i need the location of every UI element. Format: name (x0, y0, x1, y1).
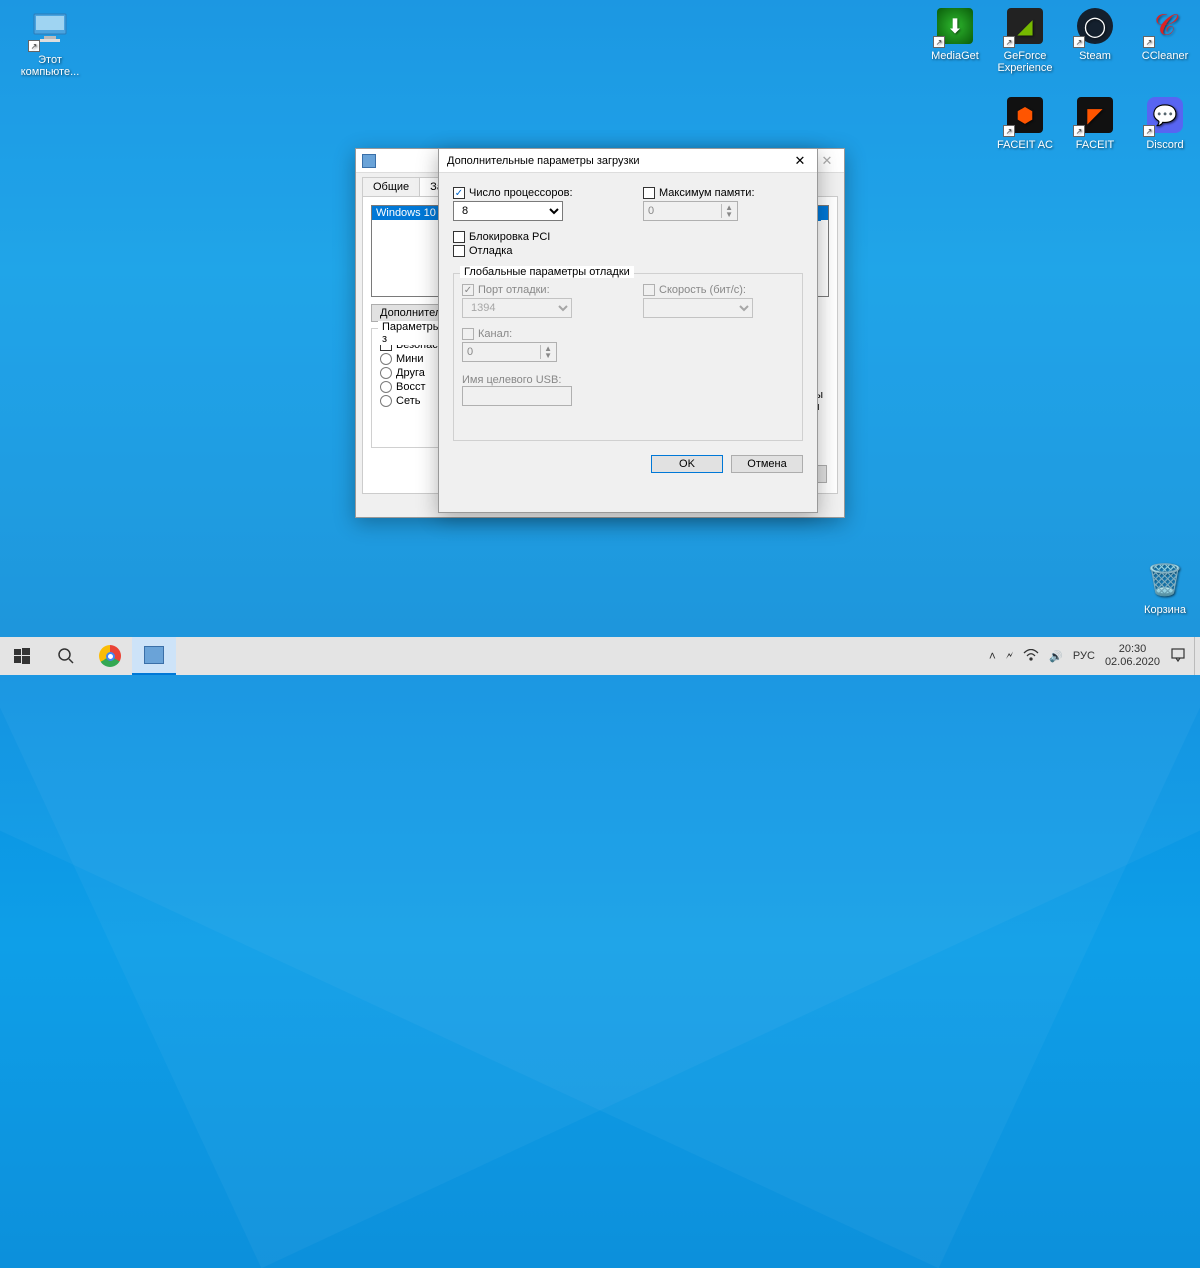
show-desktop-button[interactable] (1194, 637, 1200, 675)
channel-input: 0▲▼ (462, 342, 557, 362)
ok-button[interactable]: OK (651, 455, 723, 473)
safeboot-minimal-radio[interactable]: Мини (380, 353, 444, 365)
tab-general[interactable]: Общие (362, 177, 420, 196)
icon-label: Этот компьюте... (15, 54, 85, 78)
debugport-select: 1394 (462, 298, 572, 318)
usb-target-input (462, 386, 572, 406)
taskbar-app-msconfig[interactable] (132, 637, 176, 675)
chrome-icon (99, 645, 121, 667)
maxmem-input[interactable]: 0▲▼ (643, 201, 738, 221)
global-debug-group-label: Глобальные параметры отладки (460, 266, 634, 278)
baudrate-select (643, 298, 753, 318)
icon-label: Корзина (1130, 604, 1200, 616)
tray-volume-icon[interactable]: 🔊 (1049, 650, 1063, 663)
taskbar-app-chrome[interactable] (88, 637, 132, 675)
icon-label: MediaGet (920, 50, 990, 62)
safeboot-network-radio[interactable]: Сеть (380, 395, 444, 407)
desktop-icon-this-pc[interactable]: ↗ Этот компьюте... (15, 10, 85, 78)
tray-action-center-icon[interactable] (1170, 647, 1186, 666)
numproc-select[interactable]: 8 (453, 201, 563, 221)
channel-checkbox: Канал: (478, 328, 512, 340)
shortcut-arrow-icon: ↗ (28, 40, 40, 52)
icon-label: CCleaner (1130, 50, 1200, 62)
usb-target-label: Имя целевого USB: (462, 374, 794, 386)
search-button[interactable] (44, 637, 88, 675)
desktop-icon-ccleaner[interactable]: 𝒞↗ CCleaner (1130, 6, 1200, 62)
desktop-icon-faceit[interactable]: ◤↗ FACEIT (1060, 95, 1130, 151)
tray-clock[interactable]: 20:30 02.06.2020 (1105, 643, 1160, 669)
desktop-icon-discord[interactable]: 💬↗ Discord (1130, 95, 1200, 151)
baudrate-checkbox: Скорость (бит/с): (659, 284, 746, 296)
search-icon (57, 647, 75, 665)
msconfig-icon (362, 154, 376, 168)
maxmem-checkbox[interactable]: Максимум памяти: (643, 187, 803, 199)
shortcut-arrow-icon: ↗ (1003, 36, 1015, 48)
dialog-title: Дополнительные параметры загрузки (447, 155, 640, 167)
tray-language-indicator[interactable]: РУС (1073, 650, 1095, 662)
desktop-icon-geforce[interactable]: ◢↗ GeForce Experience (990, 6, 1060, 74)
pcilock-checkbox[interactable]: Блокировка PCI (453, 231, 803, 243)
debugport-checkbox: Порт отладки: (478, 284, 550, 296)
taskbar: ˄ 🗲 🔊 РУС 20:30 02.06.2020 (0, 637, 1200, 675)
boot-advanced-options-dialog: Дополнительные параметры загрузки ✕ ✓Чис… (438, 148, 818, 513)
shortcut-arrow-icon: ↗ (1073, 36, 1085, 48)
cancel-button[interactable]: Отмена (731, 455, 803, 473)
debug-checkbox[interactable]: Отладка (453, 245, 803, 257)
icon-label: FACEIT (1060, 139, 1130, 151)
icon-label: GeForce Experience (990, 50, 1060, 74)
desktop-icon-recycle-bin[interactable]: 🗑️ Корзина (1130, 560, 1200, 616)
shortcut-arrow-icon: ↗ (933, 36, 945, 48)
close-button[interactable]: ✕ (783, 150, 817, 172)
start-button[interactable] (0, 637, 44, 675)
shortcut-arrow-icon: ↗ (1143, 36, 1155, 48)
icon-label: Steam (1060, 50, 1130, 62)
tray-battery-icon[interactable]: 🗲 (1006, 650, 1013, 663)
shortcut-arrow-icon: ↗ (1003, 125, 1015, 137)
desktop-icon-mediaget[interactable]: ⬇↗ MediaGet (920, 6, 990, 62)
icon-label: FACEIT AC (990, 139, 1060, 151)
windows-logo-icon (14, 648, 30, 664)
tray-chevron-icon[interactable]: ˄ (989, 649, 996, 663)
safeboot-adrepair-radio[interactable]: Восст (380, 381, 444, 393)
desktop-icon-steam[interactable]: ◯↗ Steam (1060, 6, 1130, 62)
tray-wifi-icon[interactable] (1023, 649, 1039, 664)
desktop-icon-faceit-ac[interactable]: ⬢↗ FACEIT AC (990, 95, 1060, 151)
icon-label: Discord (1130, 139, 1200, 151)
safeboot-altshell-radio[interactable]: Друга (380, 367, 444, 379)
msconfig-icon (144, 646, 164, 664)
shortcut-arrow-icon: ↗ (1073, 125, 1085, 137)
shortcut-arrow-icon: ↗ (1143, 125, 1155, 137)
numproc-checkbox[interactable]: ✓Число процессоров: (453, 187, 613, 199)
